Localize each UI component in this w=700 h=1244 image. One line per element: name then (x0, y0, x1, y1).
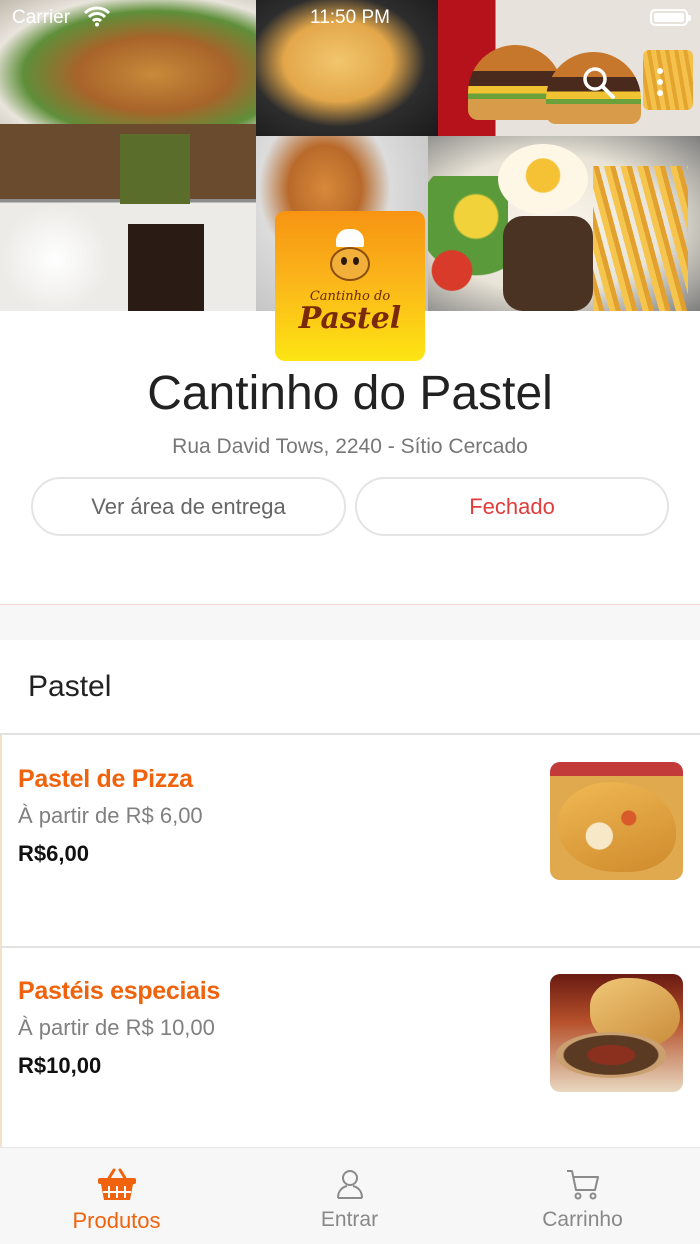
cart-icon (566, 1170, 599, 1200)
tab-label: Carrinho (542, 1208, 623, 1231)
tab-label: Produtos (72, 1208, 161, 1233)
product-item[interactable]: Pastéis especiais À partir de R$ 10,00 R… (0, 946, 700, 1156)
user-icon (336, 1170, 363, 1199)
store-logo: Cantinho do Pastel (275, 211, 425, 361)
battery-icon (650, 9, 691, 26)
store-address: Rua David Tows, 2240 - Sítio Cercado (172, 435, 528, 458)
chef-mascot-graphic (330, 247, 370, 281)
basket-icon (97, 1168, 136, 1200)
chef-hat-graphic (336, 229, 364, 247)
cover-photo-dish (428, 136, 700, 311)
product-price: R$10,00 (18, 1053, 102, 1078)
product-name: Pastéis especiais (18, 977, 220, 1005)
more-options-icon[interactable] (650, 66, 670, 100)
logo-text-main: Pastel (298, 301, 402, 336)
store-name: Cantinho do Pastel (147, 367, 553, 420)
product-photo (550, 762, 683, 880)
tab-cart[interactable]: Carrinho (466, 1148, 699, 1244)
product-name: Pastel de Pizza (18, 765, 193, 793)
clock: 11:50 PM (310, 7, 390, 28)
tab-bar: Produtos Entrar Carrinho (0, 1147, 700, 1244)
product-item[interactable]: Pastel de Pizza À partir de R$ 6,00 R$6,… (0, 735, 700, 945)
cover-photo-buffet (0, 124, 256, 311)
product-from-price: À partir de R$ 6,00 (18, 803, 203, 828)
category-title: Pastel (28, 670, 112, 703)
tab-label: Entrar (320, 1208, 379, 1231)
section-divider (0, 604, 700, 640)
product-photo (550, 974, 683, 1092)
store-status-button[interactable]: Fechado (355, 477, 669, 536)
product-from-price: À partir de R$ 10,00 (18, 1015, 215, 1040)
search-icon[interactable] (582, 66, 616, 100)
delivery-area-button[interactable]: Ver área de entrega (31, 477, 346, 536)
tab-login[interactable]: Entrar (233, 1148, 466, 1244)
status-bar: Carrier 11:50 PM (0, 0, 700, 36)
tab-products[interactable]: Produtos (0, 1148, 233, 1244)
product-price: R$6,00 (18, 841, 89, 866)
